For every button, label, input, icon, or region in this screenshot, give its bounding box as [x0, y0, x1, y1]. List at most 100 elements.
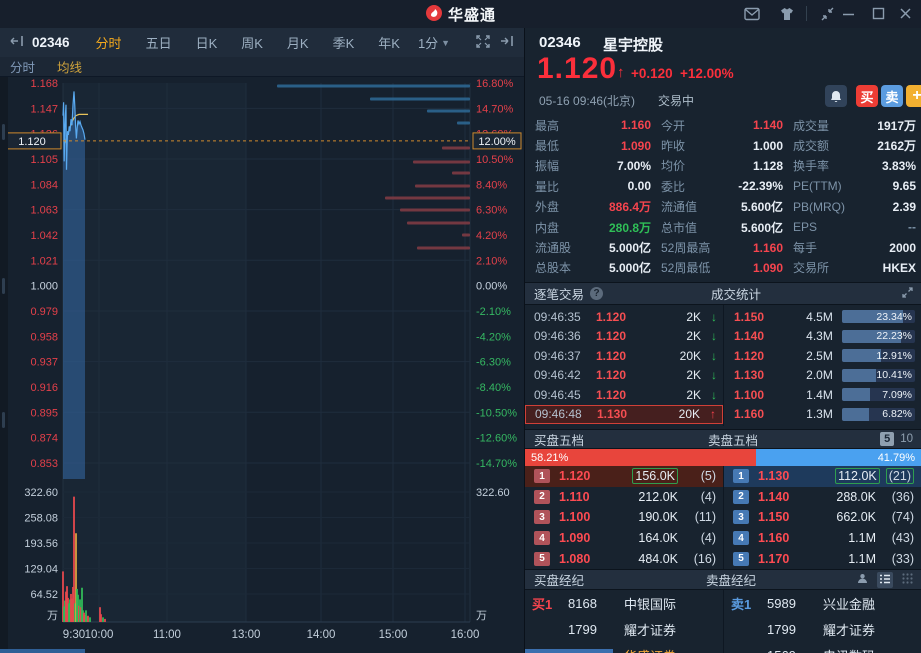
volume-axis-label: 258.08 — [24, 513, 58, 525]
vs-percent: 23.34% — [876, 311, 912, 323]
volume-stat-row[interactable]: 1.1601.3M6.82% — [724, 405, 921, 425]
broker-row[interactable]: 1799耀才证券 — [525, 616, 723, 642]
depth-row[interactable]: 51.1701.1M(33) — [724, 548, 921, 569]
price-axis-label: 1.084 — [30, 179, 58, 191]
vs-bar: 10.41% — [842, 369, 915, 382]
profile-bar-bid — [417, 247, 470, 250]
tab-季K[interactable]: 季K — [321, 33, 367, 52]
stat-value: 5.600亿 — [727, 219, 793, 236]
alert-bell-button[interactable] — [825, 85, 847, 107]
interval-selector[interactable]: 1分 — [418, 33, 438, 52]
collapse-window-icon[interactable] — [820, 7, 836, 22]
intraday-chart[interactable]: 1.1681.1471.1261.1051.0841.0631.0421.021… — [0, 77, 524, 653]
vs-bar-fill — [842, 369, 876, 382]
depth-level-badge: 4 — [733, 531, 749, 545]
broker-tag: 卖1 — [731, 594, 767, 613]
price-axis-label: 0.937 — [30, 357, 58, 369]
depth-row[interactable]: 21.140288.0K(36) — [724, 487, 921, 508]
trade-row[interactable]: 09:46:361.1202K↓ — [525, 327, 723, 347]
tab-日K[interactable]: 日K — [184, 33, 230, 52]
flame-logo-icon — [425, 4, 443, 25]
depth-row[interactable]: 11.120156.0K(5) — [525, 466, 723, 487]
volume-stat-row[interactable]: 1.1001.4M7.09% — [724, 385, 921, 405]
ask-ratio: 41.79% — [756, 449, 921, 466]
tab-分时[interactable]: 分时 — [84, 33, 134, 52]
quote-panel: 02346 星宇控股 1.120 ↑ +0.120 +12.00% 05-16 … — [524, 28, 921, 653]
maximize-icon[interactable] — [872, 7, 888, 22]
close-icon[interactable] — [899, 7, 915, 22]
tick-trades-title: 逐笔交易 — [534, 284, 584, 303]
volume-stat-row[interactable]: 1.1202.5M12.91% — [724, 346, 921, 366]
depth-row[interactable]: 31.150662.0K(74) — [724, 507, 921, 528]
stat-label: 均价 — [661, 157, 727, 174]
depth-row[interactable]: 41.090164.0K(4) — [525, 528, 723, 549]
collapse-panel-icon[interactable] — [10, 35, 24, 50]
trade-row[interactable]: 09:46:421.1202K↓ — [525, 366, 723, 386]
legend-avgline[interactable]: 均线 — [57, 57, 82, 76]
broker-id: 1799 — [767, 622, 823, 637]
minimize-icon[interactable] — [842, 9, 858, 24]
volume-stat-row[interactable]: 1.1404.3M22.23% — [724, 327, 921, 347]
depth-row[interactable]: 31.100190.0K(11) — [525, 507, 723, 528]
vs-bar-fill — [842, 408, 869, 421]
theme-skin-icon[interactable] — [779, 7, 795, 22]
depth-5-toggle[interactable]: 5 — [880, 432, 894, 446]
expand-icon[interactable] — [902, 287, 921, 301]
buy-button[interactable]: 买 — [856, 85, 878, 107]
broker-row[interactable]: 1799耀才证券 — [724, 616, 921, 642]
volume-stat-row[interactable]: 1.1302.0M10.41% — [724, 366, 921, 386]
volume-bar — [104, 619, 106, 622]
pct-axis-label: -2.10% — [476, 306, 511, 318]
volume-stats-title: 成交统计 — [711, 284, 761, 303]
legend-timeline[interactable]: 分时 — [10, 57, 35, 76]
messages-icon[interactable] — [744, 7, 760, 22]
fullscreen-icon[interactable] — [476, 35, 490, 51]
depth-row[interactable]: 21.110212.0K(4) — [525, 487, 723, 508]
tab-月K[interactable]: 月K — [275, 33, 321, 52]
stat-value: -- — [857, 220, 916, 234]
depth-row[interactable]: 51.080484.0K(16) — [525, 548, 723, 569]
trade-volume: 2K — [646, 388, 701, 402]
broker-row[interactable]: 买18168中银国际 — [525, 590, 723, 616]
sell-button[interactable]: 卖 — [881, 85, 903, 107]
stat-label: 委比 — [661, 178, 727, 195]
trade-row[interactable]: 09:46:451.1202K↓ — [525, 385, 723, 405]
profile-bar-bid — [413, 161, 470, 164]
depth-row[interactable]: 11.130112.0K(21) — [724, 466, 921, 487]
stat-label: 昨收 — [661, 137, 727, 154]
tab-周K[interactable]: 周K — [229, 33, 275, 52]
depth-price: 1.120 — [559, 469, 611, 483]
depth-price: 1.110 — [559, 490, 611, 504]
trade-row[interactable]: 09:46:481.13020K↑ — [525, 405, 723, 425]
ask-depth-title: 卖盘五档 — [708, 430, 758, 449]
volume-stat-row[interactable]: 1.1504.5M23.34% — [724, 307, 921, 327]
depth-row[interactable]: 41.1601.1M(43) — [724, 528, 921, 549]
vs-volume: 2.5M — [781, 349, 832, 363]
broker-grid-view-icon[interactable] — [902, 573, 913, 587]
dock-right-icon[interactable] — [500, 35, 514, 50]
arrow-down-icon: ↓ — [701, 368, 717, 382]
profile-bar-bid — [462, 234, 470, 237]
add-watchlist-button[interactable]: + — [906, 85, 921, 107]
trade-price: 1.120 — [596, 368, 646, 382]
profile-bar-ask — [277, 85, 470, 88]
trade-row[interactable]: 09:46:351.1202K↓ — [525, 307, 723, 327]
stock-code: 02346 — [539, 34, 581, 51]
broker-person-icon[interactable] — [857, 573, 868, 587]
broker-row[interactable]: 1569电讯数码 — [724, 642, 921, 653]
stat-label: 52周最高 — [661, 239, 727, 256]
vs-price: 1.160 — [734, 407, 781, 421]
tab-五日[interactable]: 五日 — [134, 33, 184, 52]
volume-unit-label: 万 — [47, 610, 58, 622]
trade-row[interactable]: 09:46:371.12020K↓ — [525, 346, 723, 366]
depth-10-toggle[interactable]: 10 — [900, 433, 913, 445]
broker-list-view-icon[interactable] — [877, 572, 893, 588]
stat-value: 2000 — [857, 241, 916, 255]
chevron-down-icon[interactable]: ▼ — [441, 38, 450, 48]
stat-label: 总股本 — [535, 259, 585, 276]
pct-axis-label: 2.10% — [476, 255, 507, 267]
help-icon[interactable]: ? — [590, 287, 603, 300]
tab-年K[interactable]: 年K — [366, 33, 412, 52]
vs-price: 1.100 — [734, 388, 781, 402]
broker-row[interactable]: 卖15989兴业金融 — [724, 590, 921, 616]
